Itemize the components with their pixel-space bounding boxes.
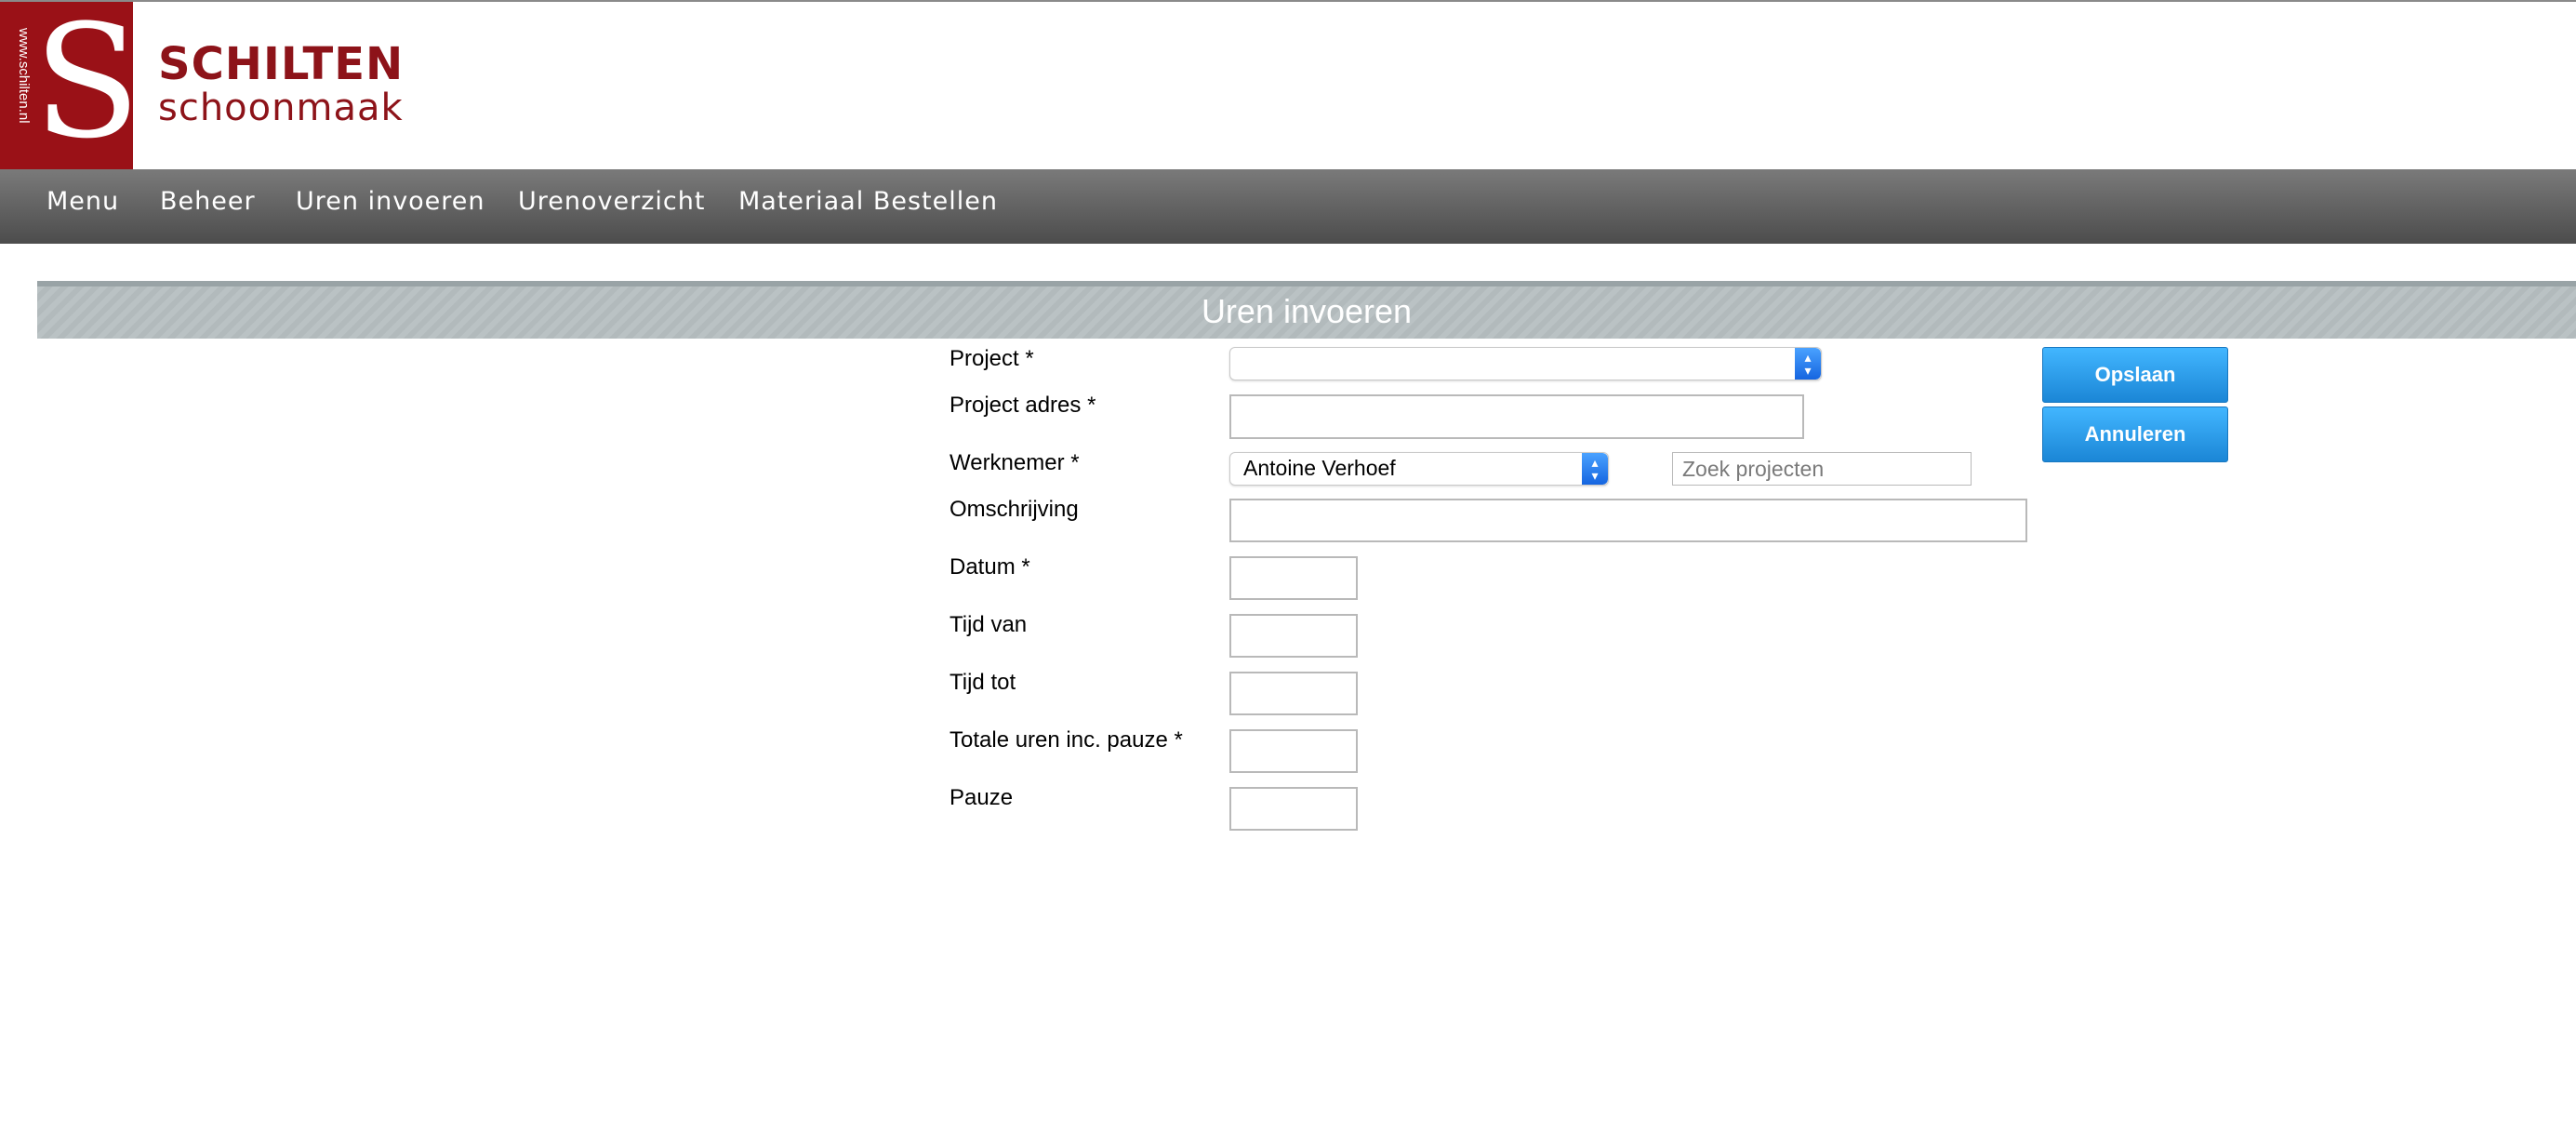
- cancel-button[interactable]: Annuleren: [2042, 406, 2228, 462]
- omschrijving-label: Omschrijving: [949, 497, 1079, 522]
- logo-url-text: www.schilten.nl: [16, 28, 32, 124]
- project-adres-label: Project adres *: [949, 393, 1096, 418]
- tijd-van-input[interactable]: [1229, 614, 1358, 658]
- tijd-tot-label: Tijd tot: [949, 670, 1016, 695]
- totale-uren-input[interactable]: [1229, 729, 1358, 773]
- datum-input[interactable]: [1229, 556, 1358, 600]
- select-arrows-icon: ▴ ▾: [1582, 453, 1608, 485]
- nav-item-materiaal-bestellen[interactable]: Materiaal Bestellen: [738, 169, 998, 244]
- project-adres-input[interactable]: [1229, 394, 1804, 439]
- select-arrows-icon: ▴ ▾: [1795, 348, 1821, 380]
- tijd-van-label: Tijd van: [949, 612, 1028, 637]
- logo-letter: S: [33, 0, 141, 173]
- save-button[interactable]: Opslaan: [2042, 347, 2228, 403]
- tijd-tot-input[interactable]: [1229, 672, 1358, 715]
- pauze-input[interactable]: [1229, 787, 1358, 831]
- datum-label: Datum *: [949, 554, 1030, 580]
- werknemer-label: Werknemer *: [949, 450, 1080, 475]
- brand-name: SCHILTEN: [158, 38, 405, 90]
- nav-item-beheer[interactable]: Beheer: [160, 169, 256, 244]
- werknemer-select-value: Antoine Verhoef: [1243, 456, 1396, 480]
- zoek-projecten-input[interactable]: [1672, 452, 1972, 486]
- project-select[interactable]: ▴ ▾: [1229, 347, 1822, 380]
- section-title: Uren invoeren: [37, 281, 2576, 339]
- header: www.schilten.nl S SCHILTEN schoonmaak: [0, 0, 2576, 173]
- project-label: Project *: [949, 346, 1034, 371]
- logo[interactable]: www.schilten.nl S: [0, 0, 141, 173]
- nav-item-urenoverzicht[interactable]: Urenoverzicht: [518, 169, 705, 244]
- main-navbar: Menu Beheer Uren invoeren Urenoverzicht …: [0, 169, 2576, 244]
- nav-item-menu[interactable]: Menu: [46, 169, 119, 244]
- brand-subtitle: schoonmaak: [158, 87, 404, 129]
- omschrijving-input[interactable]: [1229, 499, 2027, 542]
- nav-item-uren-invoeren[interactable]: Uren invoeren: [296, 169, 485, 244]
- werknemer-select[interactable]: Antoine Verhoef ▴ ▾: [1229, 452, 1609, 486]
- totale-uren-label: Totale uren inc. pauze *: [949, 727, 1183, 753]
- pauze-label: Pauze: [949, 785, 1014, 810]
